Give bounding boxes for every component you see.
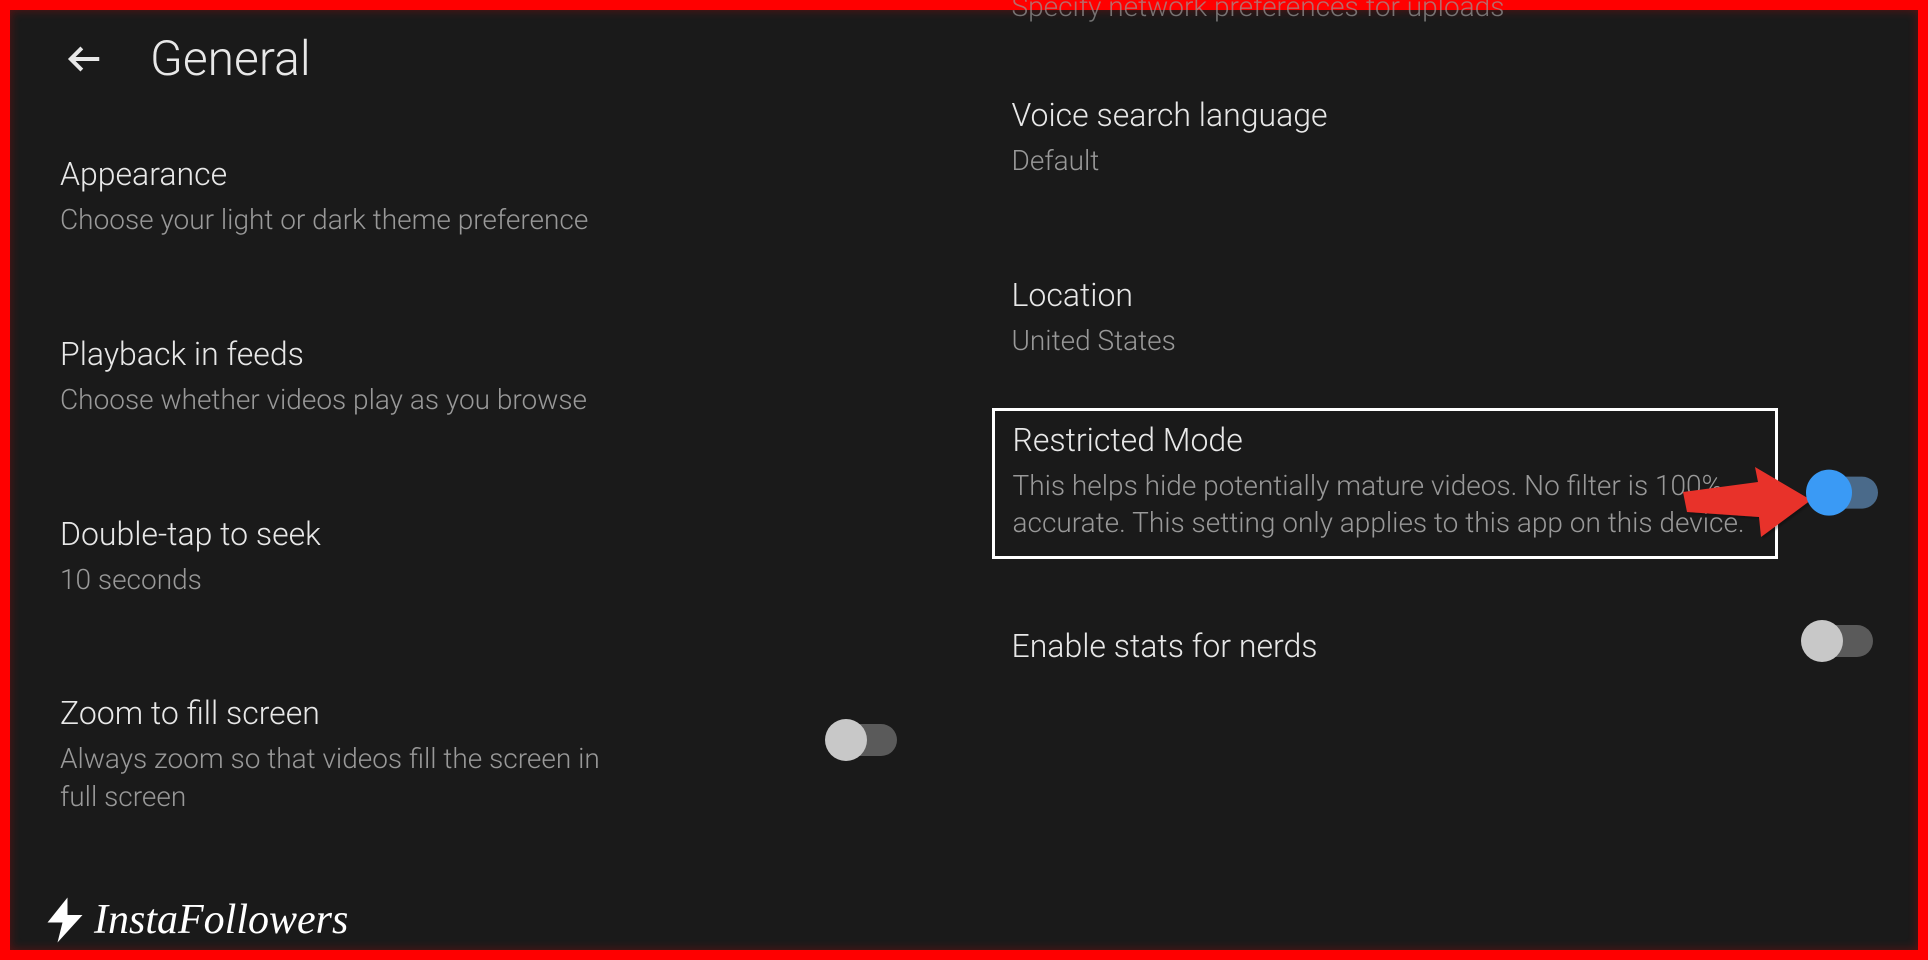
restricted-mode-toggle[interactable] xyxy=(1810,477,1878,509)
setting-desc: United States xyxy=(1012,322,1869,360)
setting-desc: 10 seconds xyxy=(60,561,917,599)
setting-appearance[interactable]: Appearance Choose your light or dark the… xyxy=(40,137,937,257)
arrow-left-icon xyxy=(66,40,104,78)
red-pointer-arrow-icon xyxy=(1683,462,1813,542)
watermark: InstaFollowers xyxy=(40,895,348,945)
setting-title: Appearance xyxy=(60,155,917,193)
setting-title: Double-tap to seek xyxy=(60,515,917,553)
highlight-box: Restricted Mode This helps hide potentia… xyxy=(992,408,1779,560)
stats-for-nerds-toggle[interactable] xyxy=(1805,625,1873,657)
setting-zoom-to-fill[interactable]: Zoom to fill screen Always zoom so that … xyxy=(40,676,937,834)
setting-playback-in-feeds[interactable]: Playback in feeds Choose whether videos … xyxy=(40,317,937,437)
back-arrow-button[interactable] xyxy=(60,34,110,84)
setting-title: Location xyxy=(1012,276,1869,314)
page-title: General xyxy=(150,30,311,87)
header-bar: General xyxy=(40,10,937,137)
setting-desc: Choose your light or dark theme preferen… xyxy=(60,201,917,239)
setting-title: Restricted Mode xyxy=(1013,421,1758,459)
toggle-knob-icon xyxy=(825,719,867,761)
setting-title: Enable stats for nerds xyxy=(1012,627,1749,665)
toggle-knob-icon xyxy=(1806,470,1852,516)
toggle-knob-icon xyxy=(1801,620,1843,662)
setting-title: Voice search language xyxy=(1012,96,1869,134)
setting-title: Zoom to fill screen xyxy=(60,694,917,732)
watermark-text: InstaFollowers xyxy=(94,896,348,944)
lightning-icon xyxy=(40,895,90,945)
setting-restricted-mode[interactable]: Restricted Mode This helps hide potentia… xyxy=(992,408,1889,560)
setting-double-tap-to-seek[interactable]: Double-tap to seek 10 seconds xyxy=(40,497,937,617)
partial-network-preferences-text: Specify network preferences for uploads xyxy=(992,0,1889,23)
setting-title: Playback in feeds xyxy=(60,335,917,373)
setting-stats-for-nerds[interactable]: Enable stats for nerds xyxy=(992,609,1889,691)
zoom-toggle[interactable] xyxy=(829,724,897,756)
setting-location[interactable]: Location United States xyxy=(992,258,1889,378)
setting-desc: Always zoom so that videos fill the scre… xyxy=(60,740,640,816)
setting-desc: This helps hide potentially mature video… xyxy=(1013,467,1758,543)
setting-desc: Default xyxy=(1012,142,1869,180)
setting-desc: Choose whether videos play as you browse xyxy=(60,381,917,419)
setting-voice-search-language[interactable]: Voice search language Default xyxy=(992,78,1889,198)
